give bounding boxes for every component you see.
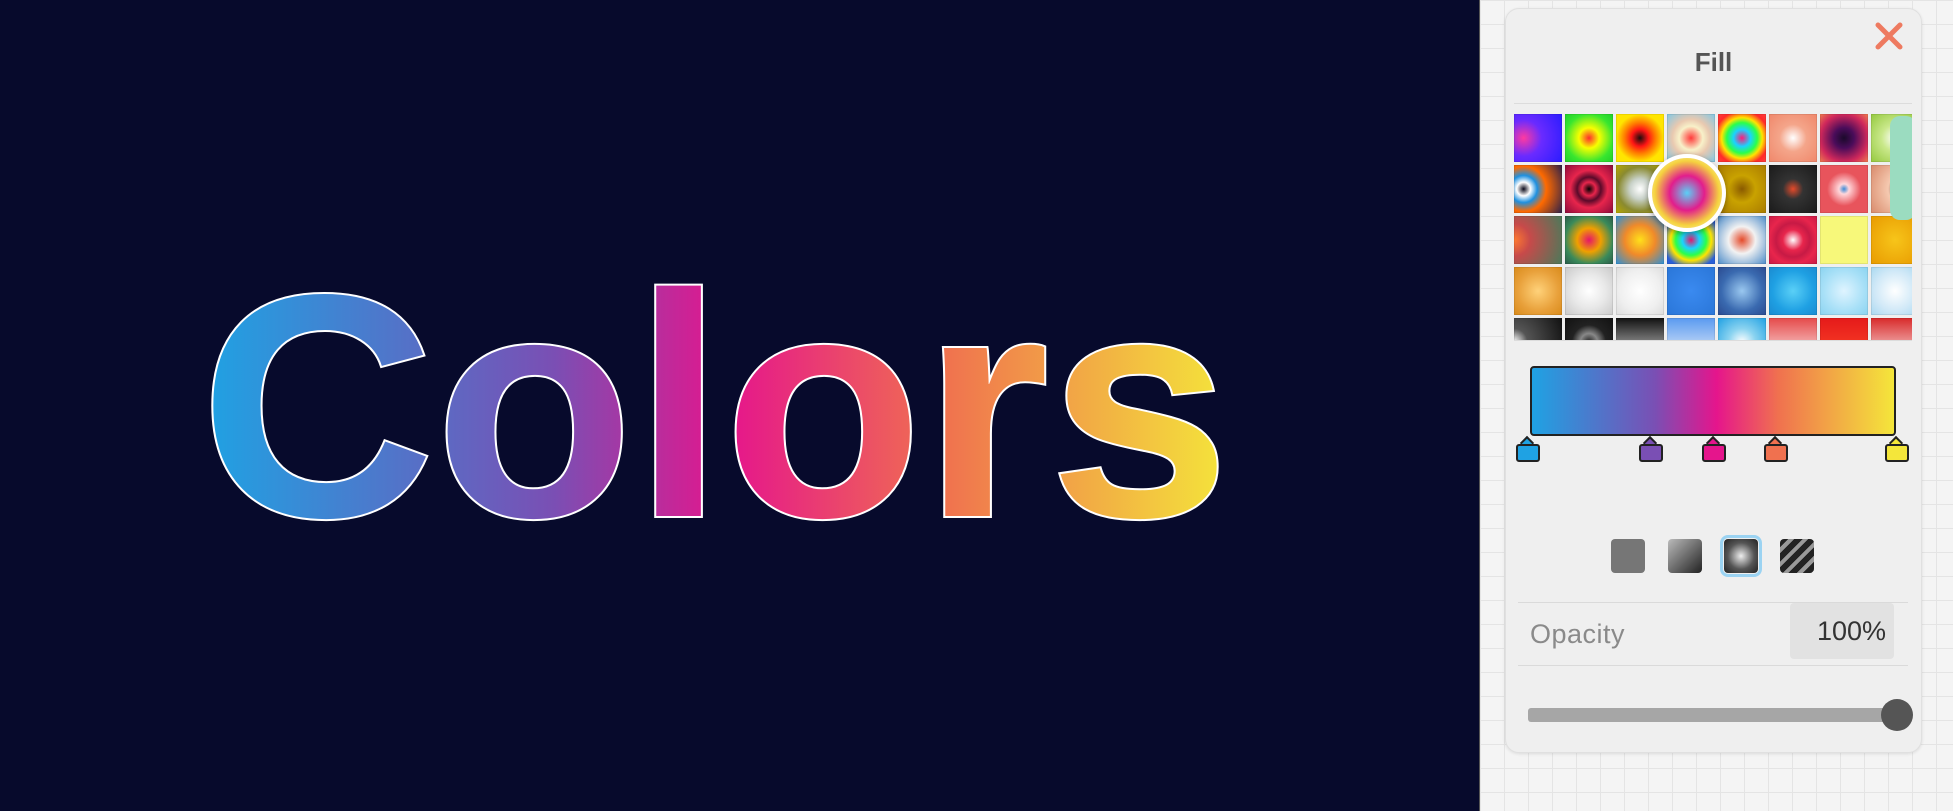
swatch-6[interactable] — [1769, 114, 1817, 162]
gradient-stop-3[interactable] — [1702, 435, 1726, 462]
swatch-7[interactable] — [1820, 114, 1868, 162]
swatch-19[interactable] — [1616, 216, 1664, 264]
panel-title: Fill — [1694, 47, 1733, 77]
swatch-palette — [1514, 103, 1912, 341]
swatch-25[interactable] — [1514, 267, 1562, 315]
gradient-stop-5[interactable] — [1885, 435, 1909, 462]
swatch-35[interactable] — [1616, 318, 1664, 340]
swatch-30[interactable] — [1769, 267, 1817, 315]
swatch-9[interactable] — [1514, 165, 1562, 213]
swatch-17[interactable] — [1514, 216, 1562, 264]
swatch-1[interactable] — [1514, 114, 1562, 162]
swatch-3[interactable] — [1616, 114, 1664, 162]
swatch-2[interactable] — [1565, 114, 1613, 162]
canvas-artwork: Colors — [198, 227, 1232, 586]
swatch-22[interactable] — [1769, 216, 1817, 264]
swatch-31[interactable] — [1820, 267, 1868, 315]
gradient-stop-1[interactable] — [1516, 435, 1540, 462]
swatch-5[interactable] — [1718, 114, 1766, 162]
swatch-10[interactable] — [1565, 165, 1613, 213]
swatch-15[interactable] — [1820, 165, 1868, 213]
swatch-34[interactable] — [1565, 318, 1613, 340]
opacity-slider-thumb[interactable] — [1881, 699, 1913, 731]
linear-gradient-icon[interactable] — [1668, 539, 1702, 573]
swatch-29[interactable] — [1718, 267, 1766, 315]
pattern-fill-icon[interactable] — [1780, 539, 1814, 573]
swatch-39[interactable] — [1820, 318, 1868, 340]
swatch-38[interactable] — [1769, 318, 1817, 340]
swatch-26[interactable] — [1565, 267, 1613, 315]
swatch-27[interactable] — [1616, 267, 1664, 315]
swatch-37[interactable] — [1718, 318, 1766, 340]
radial-gradient-icon[interactable] — [1720, 535, 1762, 577]
swatch-18[interactable] — [1565, 216, 1613, 264]
swatch-33[interactable] — [1514, 318, 1562, 340]
fill-panel: Fill Opacity 100% — [1505, 8, 1922, 753]
divider — [1518, 665, 1908, 666]
gradient-preview-bar[interactable] — [1530, 366, 1896, 436]
close-icon[interactable] — [1872, 19, 1906, 53]
opacity-label: Opacity — [1530, 619, 1626, 649]
swatch-40[interactable] — [1871, 318, 1912, 340]
opacity-slider-track[interactable] — [1528, 708, 1886, 722]
canvas-text-colors[interactable]: Colors — [198, 227, 1232, 586]
design-canvas[interactable]: Colors — [0, 0, 1480, 811]
swatch-21[interactable] — [1718, 216, 1766, 264]
gradient-stop-4[interactable] — [1764, 435, 1788, 462]
gradient-stop-2[interactable] — [1639, 435, 1663, 462]
selected-swatch[interactable] — [1648, 154, 1726, 232]
swatch-28[interactable] — [1667, 267, 1715, 315]
swatch-24[interactable] — [1871, 216, 1912, 264]
swatch-grid — [1514, 114, 1912, 340]
swatch-23[interactable] — [1820, 216, 1868, 264]
solid-fill-icon[interactable] — [1611, 539, 1645, 573]
swatch-14[interactable] — [1769, 165, 1817, 213]
opacity-input[interactable]: 100% — [1790, 603, 1894, 659]
palette-scrollbar[interactable] — [1890, 116, 1912, 220]
swatch-36[interactable] — [1667, 318, 1715, 340]
swatch-32[interactable] — [1871, 267, 1912, 315]
